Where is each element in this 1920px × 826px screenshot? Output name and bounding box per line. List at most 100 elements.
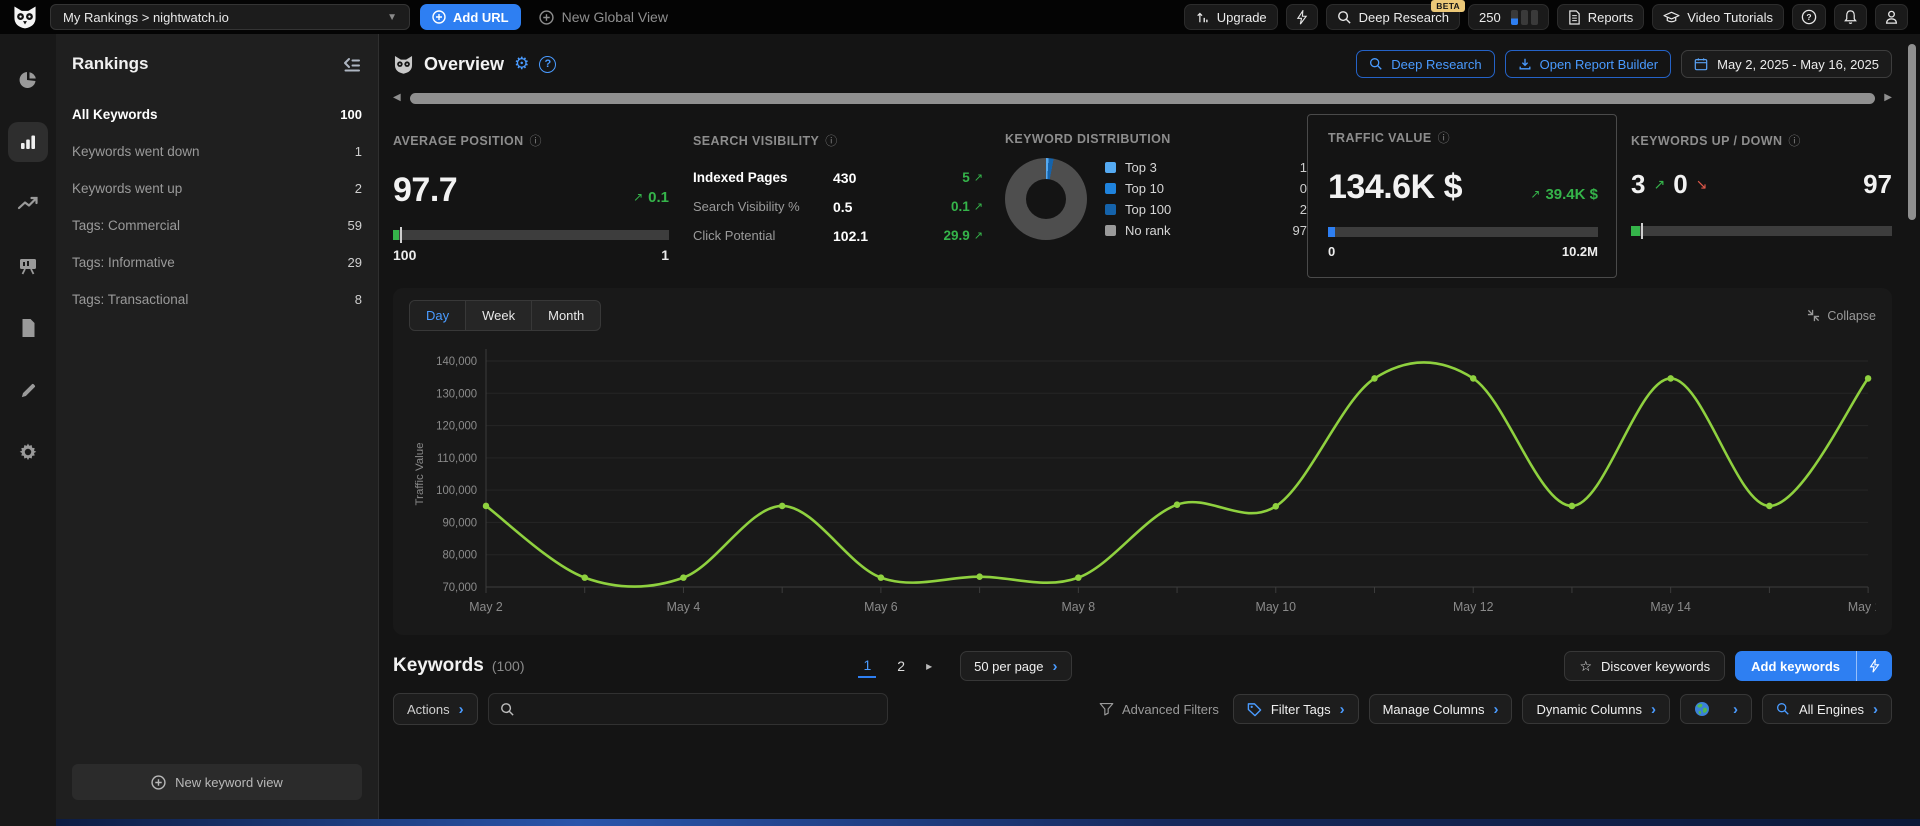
upgrade-icon [1197,12,1208,23]
info-icon[interactable]: ⓘ [1438,129,1450,146]
open-report-builder-button[interactable]: Open Report Builder [1504,50,1672,78]
updown-range-slider[interactable] [1631,223,1892,239]
add-url-button[interactable]: Add URL [420,4,521,30]
granularity-tabs: Day Week Month [409,300,602,331]
discover-keywords-button[interactable]: ☆ Discover keywords [1564,651,1726,681]
tab-day[interactable]: Day [410,301,467,330]
traffic-value: 134.6K $ [1328,168,1463,206]
svg-text:90,000: 90,000 [442,517,477,529]
account-button[interactable] [1875,4,1908,30]
credits-meter[interactable]: 250 [1468,4,1549,30]
overview-settings-icon[interactable]: ⚙ [514,54,529,74]
stat-row-indexed-pages: Indexed Pages 430 5 ↗ [693,169,983,186]
rail-item-trends[interactable] [8,184,48,224]
notifications-button[interactable] [1834,4,1867,30]
overview-help-icon[interactable]: ? [539,55,557,73]
help-button[interactable]: ? [1792,4,1826,30]
svg-text:140,000: 140,000 [436,356,477,368]
item-count: 59 [347,218,362,233]
down-arrow-icon: ↘ [1695,176,1708,192]
graduation-cap-icon [1663,11,1680,22]
quick-actions-button[interactable] [1285,4,1318,30]
upgrade-button[interactable]: Upgrade [1183,4,1278,30]
star-icon: ☆ [1579,657,1593,674]
svg-text:130,000: 130,000 [436,388,477,400]
svg-text:May 16: May 16 [1848,600,1876,614]
keyword-search-input[interactable] [523,701,876,717]
sidebar-item-tags-informative[interactable]: Tags: Informative 29 [72,244,362,281]
info-icon[interactable]: ⓘ [825,132,837,149]
traffic-range-slider[interactable] [1328,227,1598,237]
sidebar-item-all-keywords[interactable]: All Keywords 100 [72,96,362,133]
search-icon [500,702,514,716]
info-icon[interactable]: ⓘ [530,132,542,149]
scroll-right-icon[interactable]: ▶ [1884,93,1892,103]
sidebar-item-tags-transactional[interactable]: Tags: Transactional 8 [72,281,362,318]
chevron-down-icon: ▼ [387,11,397,23]
deep-research-button[interactable]: Deep Research [1356,50,1495,78]
legend-top3: Top 31 [1105,160,1307,175]
sidebar-item-keywords-went-down[interactable]: Keywords went down 1 [72,133,362,170]
add-keywords-button[interactable]: Add keywords [1735,651,1856,681]
position-range-slider[interactable] [393,227,669,243]
tab-month[interactable]: Month [532,301,600,330]
sidebar-item-keywords-went-up[interactable]: Keywords went up 2 [72,170,362,207]
next-page-icon[interactable]: ▸ [926,659,932,673]
rail-item-site-audit[interactable] [8,246,48,286]
keywords-up-down-card: KEYWORDS UP / DOWN ⓘ 3 ↗ 0 ↘ 97 [1631,114,1892,280]
user-icon [1885,10,1898,24]
tab-week[interactable]: Week [466,301,533,330]
deep-research-button[interactable]: Deep Research BETA [1325,0,1465,30]
scroll-left-icon[interactable]: ◀ [393,93,401,103]
keywords-down-value: 0 [1673,169,1688,199]
chevron-right-icon: › [458,700,464,718]
advanced-filters-button[interactable]: Advanced Filters [1099,702,1219,717]
rail-item-rankings[interactable] [8,122,48,162]
rail-item-dashboard[interactable] [8,60,48,100]
chevron-right-icon: › [1873,700,1878,718]
collapse-sidebar-icon[interactable] [342,55,362,73]
date-range-picker[interactable]: May 2, 2025 - May 16, 2025 [1681,50,1892,78]
search-icon [1370,58,1382,70]
sidebar-item-tags-commercial[interactable]: Tags: Commercial 59 [72,207,362,244]
keywords-count: (100) [491,658,525,674]
up-arrow-icon: ↗ [1530,187,1541,201]
legend-swatch [1105,183,1116,194]
all-engines-select[interactable]: All Engines › [1761,694,1892,724]
traffic-value-delta: 39.4K $ [1545,185,1598,203]
add-keywords-quick-button[interactable] [1856,651,1892,681]
svg-text:80,000: 80,000 [442,550,477,562]
actions-menu-button[interactable]: Actions › [393,693,478,725]
info-icon[interactable]: ⓘ [1788,132,1800,149]
per-page-select[interactable]: 50 per page › [960,651,1072,681]
legend-top10: Top 10 0 [1105,181,1307,196]
page-2[interactable]: 2 [892,655,910,677]
page-1[interactable]: 1 [858,654,877,678]
filter-tags-button[interactable]: Filter Tags › [1232,694,1359,724]
topbar-right: Upgrade Deep Research BETA 250 Reports V… [1183,0,1908,30]
reports-button[interactable]: Reports [1556,4,1645,30]
vertical-scrollbar-thumb[interactable] [1908,44,1916,220]
average-position-value: 97.7 [393,171,458,209]
rail-item-reports[interactable] [8,308,48,348]
rail-item-notes[interactable] [8,370,48,410]
gear-icon [19,443,37,461]
pagination: 1 2 ▸ [858,654,932,678]
item-count: 100 [340,107,362,122]
plus-circle-icon [151,774,166,790]
up-arrow-icon: ↗ [973,172,983,184]
collapse-chart-button[interactable]: Collapse [1807,309,1876,323]
scrollbar-thumb[interactable] [409,92,1876,104]
search-icon [1337,10,1351,24]
manage-columns-button[interactable]: Manage Columns › [1368,694,1513,724]
new-keyword-view-button[interactable]: New keyword view [72,764,362,800]
location-select[interactable]: › [1679,694,1752,724]
project-selector[interactable]: My Rankings > nightwatch.io ▼ [50,4,410,30]
dynamic-columns-button[interactable]: Dynamic Columns › [1522,694,1670,724]
new-global-view-button[interactable]: New Global View [538,9,668,25]
svg-text:70,000: 70,000 [442,582,477,594]
svg-text:120,000: 120,000 [436,421,477,433]
video-tutorials-button[interactable]: Video Tutorials [1652,4,1784,30]
keyword-search[interactable] [487,693,888,725]
rail-item-settings[interactable] [8,432,48,472]
